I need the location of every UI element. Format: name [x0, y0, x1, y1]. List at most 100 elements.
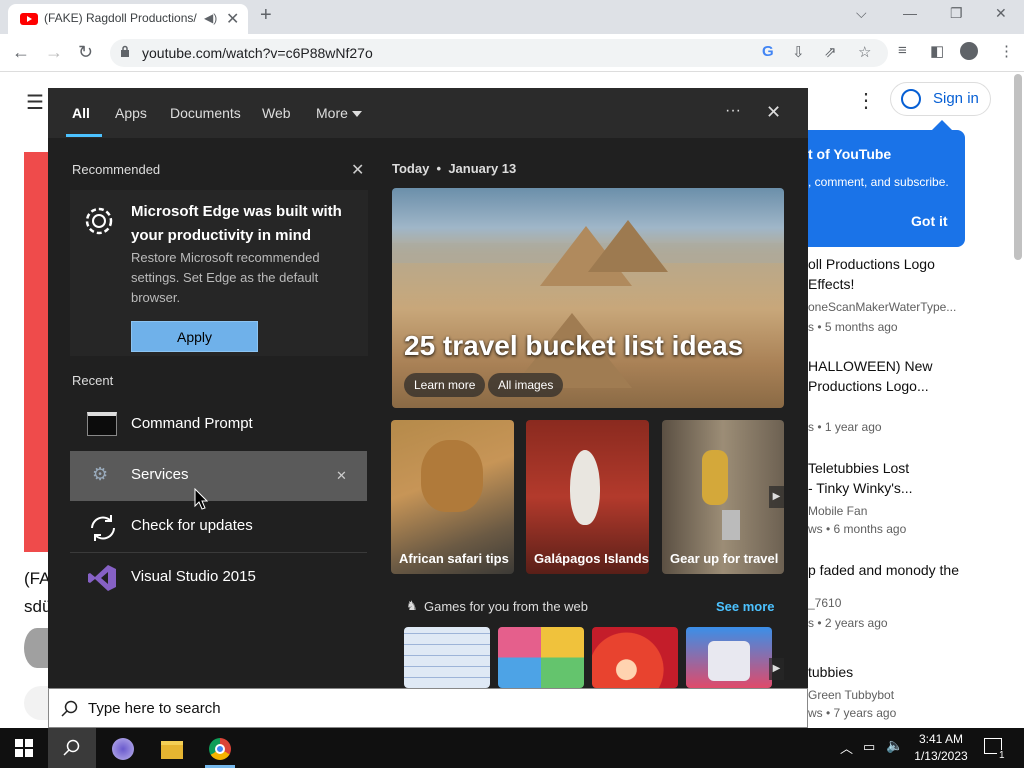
- game-tile-cat[interactable]: [686, 627, 772, 688]
- taskbar-search-button[interactable]: [48, 728, 96, 768]
- carousel-next-icon[interactable]: ▶: [769, 486, 784, 508]
- tab-documents[interactable]: Documents: [170, 105, 241, 121]
- file-explorer-icon[interactable]: [161, 741, 183, 759]
- sign-in-button[interactable]: Sign in: [890, 82, 991, 116]
- games-heading: Games for you from the web: [424, 599, 589, 614]
- recent-item-visual-studio[interactable]: Visual Studio 2015: [70, 553, 367, 603]
- media-control-icon[interactable]: ≡: [898, 42, 907, 59]
- page-scrollbar[interactable]: [1014, 74, 1022, 260]
- clock-time[interactable]: 3:41 AM: [911, 732, 971, 746]
- remove-recent-icon[interactable]: ✕: [336, 468, 347, 484]
- audio-playing-icon[interactable]: ◀): [204, 11, 217, 25]
- learn-more-button[interactable]: Learn more: [404, 373, 486, 397]
- game-tile-bubbles[interactable]: [592, 627, 678, 688]
- share-icon[interactable]: ⇗: [824, 43, 837, 61]
- minimize-button[interactable]: —: [903, 5, 917, 21]
- tab-all[interactable]: All: [72, 105, 90, 121]
- settings-kebab-icon[interactable]: ⋮: [856, 88, 876, 113]
- address-bar[interactable]: youtube.com/watch?v=c6P88wNf27o G ⇩ ⇗ ☆: [110, 39, 888, 67]
- recent-item-check-for-updates[interactable]: Check for updates: [70, 502, 367, 552]
- channel-avatar[interactable]: [24, 628, 50, 668]
- tab-search-chevron-icon[interactable]: ⌵: [856, 5, 867, 22]
- recent-heading: Recent: [72, 373, 114, 388]
- reload-icon[interactable]: ↻: [78, 42, 93, 63]
- lion-cub-image: [421, 440, 483, 512]
- thumb-caption: African safari tips: [399, 551, 509, 566]
- tab-apps[interactable]: Apps: [115, 105, 147, 121]
- video-item-4[interactable]: p faded and monody the _7610 s • 2 years…: [808, 560, 1008, 630]
- like-button[interactable]: [24, 686, 50, 720]
- install-icon[interactable]: ⇩: [792, 43, 805, 61]
- thumb-card-travel[interactable]: Gear up for travel: [662, 420, 784, 574]
- hamburger-menu-icon[interactable]: ☰: [26, 90, 44, 115]
- see-more-link[interactable]: See more: [716, 599, 775, 614]
- profile-avatar-icon[interactable]: [960, 42, 978, 60]
- dismiss-recommended-icon[interactable]: ✕: [351, 160, 364, 180]
- video-item-5[interactable]: tubbies Green Tubbybot ws • 7 years ago: [808, 662, 1008, 720]
- video-title: oll Productions Logo: [808, 256, 935, 272]
- game-tile-blocks[interactable]: [498, 627, 584, 688]
- video-title: tubbies: [808, 664, 854, 680]
- url-text[interactable]: youtube.com/watch?v=c6P88wNf27o: [142, 45, 373, 61]
- lock-icon[interactable]: [120, 45, 130, 57]
- tab-close-icon[interactable]: ✕: [226, 9, 239, 29]
- restore-button[interactable]: ❐: [950, 5, 963, 22]
- pyramid-image-2: [588, 220, 668, 272]
- recent-item-services[interactable]: ⚙ Services ✕: [70, 451, 367, 501]
- pixel-cat-image: [708, 641, 750, 681]
- volume-icon[interactable]: 🔈: [886, 737, 903, 754]
- video-meta: s • 5 months ago: [808, 320, 898, 334]
- show-hidden-icons-chevron[interactable]: ︿: [840, 738, 853, 757]
- notification-count: 1: [997, 750, 1007, 761]
- back-icon[interactable]: ←: [12, 42, 30, 63]
- video-title: HALLOWEEN) New: [808, 358, 933, 374]
- recent-item-command-prompt[interactable]: Command Prompt: [70, 400, 367, 450]
- video-item-1[interactable]: oll Productions Logo Effects! oneScanMak…: [808, 254, 1008, 334]
- video-item-3[interactable]: Teletubbies Lost - Tinky Winky's... Mobi…: [808, 458, 1008, 536]
- browser-tab[interactable]: (FAKE) Ragdoll Productions/ ◀) ✕: [8, 4, 248, 34]
- hero-card[interactable]: 25 travel bucket list ideas Learn more A…: [392, 188, 784, 408]
- visual-studio-icon: [88, 565, 116, 591]
- clock-date[interactable]: 1/13/2023: [911, 749, 971, 763]
- search-icon: [61, 700, 78, 717]
- video-meta: s • 1 year ago: [808, 420, 882, 434]
- bookmark-star-icon[interactable]: ☆: [858, 43, 871, 61]
- tab-title: (FAKE) Ragdoll Productions/: [44, 11, 197, 25]
- video-title-fragment: (FA: [24, 569, 51, 588]
- options-dots-icon[interactable]: ···: [725, 102, 741, 120]
- chrome-taskbar-icon[interactable]: [209, 738, 231, 760]
- new-tab-button[interactable]: +: [260, 4, 272, 27]
- forward-icon[interactable]: →: [45, 42, 63, 63]
- promo-text: , comment, and subscribe.: [808, 175, 949, 189]
- tab-more[interactable]: More: [316, 105, 348, 121]
- video-meta: s • 2 years ago: [808, 616, 888, 630]
- video-player-edge: [24, 152, 50, 552]
- search-box[interactable]: Type here to search: [48, 688, 808, 728]
- recent-item-label: Visual Studio 2015: [131, 568, 256, 585]
- google-icon[interactable]: G: [762, 43, 774, 60]
- game-tile-sudoku[interactable]: [404, 627, 490, 688]
- settings-gear-icon: [85, 207, 113, 235]
- suitcase-image: [722, 510, 740, 540]
- video-item-2[interactable]: HALLOWEEN) New Productions Logo... s • 1…: [808, 356, 1008, 434]
- games-next-icon[interactable]: ▶: [769, 658, 784, 680]
- tab-web[interactable]: Web: [262, 105, 291, 121]
- hero-title: 25 travel bucket list ideas: [404, 330, 744, 361]
- chrome-menu-icon[interactable]: ⋮: [999, 42, 1014, 60]
- close-search-icon[interactable]: ✕: [766, 102, 781, 123]
- thumb-card-galapagos[interactable]: Galápagos Islands: [526, 420, 649, 574]
- apply-button[interactable]: Apply: [131, 321, 258, 352]
- windows-start-icon[interactable]: [15, 739, 33, 757]
- network-icon[interactable]: ▭: [863, 739, 875, 755]
- got-it-button[interactable]: Got it: [911, 213, 948, 229]
- search-input[interactable]: Type here to search: [88, 700, 221, 717]
- video-channel: _7610: [808, 596, 842, 610]
- close-window-button[interactable]: ✕: [995, 5, 1007, 22]
- all-images-button[interactable]: All images: [488, 373, 564, 397]
- recent-item-label: Services: [131, 466, 189, 483]
- games-icon: ♞: [406, 598, 418, 613]
- more-chevron-icon[interactable]: [352, 111, 362, 117]
- tor-browser-icon[interactable]: [112, 738, 134, 760]
- side-panel-icon[interactable]: ◧: [930, 42, 944, 60]
- thumb-card-safari[interactable]: African safari tips: [391, 420, 514, 574]
